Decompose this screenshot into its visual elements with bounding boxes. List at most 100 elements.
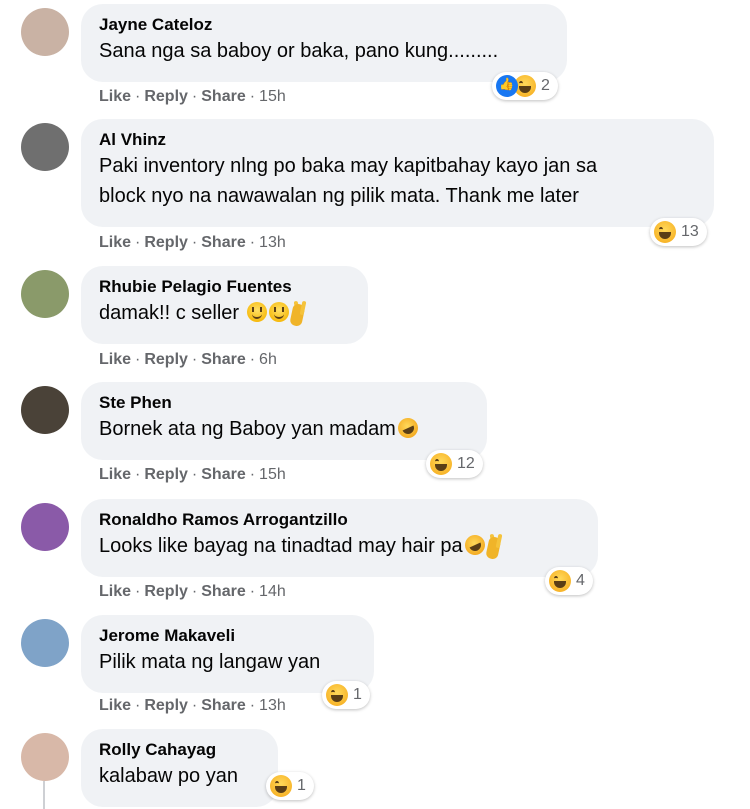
like-link[interactable]: Like	[99, 351, 131, 369]
separator: ·	[249, 234, 256, 251]
separator: ·	[191, 583, 198, 600]
reply-link[interactable]: Reply	[144, 466, 188, 484]
avatar[interactable]	[21, 123, 69, 171]
smile-icon	[246, 302, 267, 322]
comment-actions: Like · Reply · Share · 6h	[99, 351, 277, 369]
separator: ·	[191, 351, 198, 368]
separator: ·	[135, 88, 141, 105]
avatar[interactable]	[21, 386, 69, 434]
reaction-summary[interactable]: 1	[266, 772, 314, 800]
timestamp[interactable]: 14h	[259, 583, 286, 601]
victory-hand-icon	[488, 534, 506, 556]
comment-text-content: Looks like bayag na tinadtad may hair pa	[99, 535, 463, 557]
comment-bubble: Al Vhinz Paki inventory nlng po baka may…	[81, 119, 714, 227]
haha-icon	[326, 684, 348, 706]
comment-bubble: Jayne Cateloz Sana nga sa baboy or baka,…	[81, 4, 567, 82]
share-link[interactable]: Share	[201, 583, 245, 601]
like-link[interactable]: Like	[99, 88, 131, 106]
reaction-count: 1	[297, 777, 306, 794]
commenter-name[interactable]: Al Vhinz	[99, 129, 696, 151]
comment-actions: Like · Reply · Share · 15h	[99, 466, 286, 484]
avatar[interactable]	[21, 270, 69, 318]
comment-text: Paki inventory nlng po baka may kapitbah…	[99, 155, 598, 207]
timestamp[interactable]: 15h	[259, 88, 286, 106]
separator: ·	[249, 697, 256, 714]
commenter-name[interactable]: Rhubie Pelagio Fuentes	[99, 276, 350, 298]
reply-link[interactable]: Reply	[144, 697, 188, 715]
avatar[interactable]	[21, 733, 69, 781]
comment-actions: Like · Reply · Share · 13h	[99, 697, 286, 715]
timestamp[interactable]: 15h	[259, 466, 286, 484]
share-link[interactable]: Share	[201, 697, 245, 715]
reaction-summary[interactable]: 13	[650, 218, 707, 246]
rofl-icon	[461, 531, 488, 559]
reaction-count: 1	[353, 686, 362, 703]
reaction-count: 4	[576, 572, 585, 589]
like-link[interactable]: Like	[99, 583, 131, 601]
reaction-count: 2	[541, 77, 550, 94]
separator: ·	[191, 466, 198, 483]
reply-link[interactable]: Reply	[144, 351, 188, 369]
avatar[interactable]	[21, 619, 69, 667]
timestamp[interactable]: 6h	[259, 351, 277, 369]
share-link[interactable]: Share	[201, 466, 245, 484]
avatar[interactable]	[21, 8, 69, 56]
like-link[interactable]: Like	[99, 466, 131, 484]
comment-text: Sana nga sa baboy or baka, pano kung....…	[99, 40, 499, 62]
share-link[interactable]: Share	[201, 351, 245, 369]
comment-text: kalabaw po yan	[99, 765, 238, 787]
commenter-name[interactable]: Ronaldho Ramos Arrogantzillo	[99, 509, 580, 531]
comment-bubble: Ste Phen Bornek ata ng Baboy yan madam	[81, 382, 487, 460]
comment-text-content: Bornek ata ng Baboy yan madam	[99, 418, 396, 440]
share-link[interactable]: Share	[201, 88, 245, 106]
separator: ·	[135, 234, 141, 251]
rofl-icon	[394, 414, 422, 442]
separator: ·	[135, 697, 141, 714]
smile-icon	[268, 302, 289, 322]
comment-bubble: Rolly Cahayag kalabaw po yan	[81, 729, 278, 807]
reply-link[interactable]: Reply	[144, 234, 188, 252]
commenter-name[interactable]: Jayne Cateloz	[99, 14, 549, 36]
separator: ·	[249, 583, 256, 600]
reaction-summary[interactable]: 2	[492, 72, 558, 100]
reaction-summary[interactable]: 4	[545, 567, 593, 595]
separator: ·	[191, 88, 198, 105]
like-link[interactable]: Like	[99, 234, 131, 252]
haha-icon	[654, 221, 676, 243]
separator: ·	[191, 697, 198, 714]
separator: ·	[191, 234, 198, 251]
reply-link[interactable]: Reply	[144, 583, 188, 601]
like-icon	[496, 75, 518, 97]
victory-hand-icon	[292, 301, 310, 323]
separator: ·	[135, 583, 141, 600]
haha-icon	[270, 775, 292, 797]
haha-icon	[430, 453, 452, 475]
comment-text: Pilik mata ng langaw yan	[99, 651, 321, 673]
comment-text: damak!! c seller	[99, 298, 350, 328]
share-link[interactable]: Share	[201, 234, 245, 252]
separator: ·	[249, 88, 256, 105]
comment-actions: Like · Reply · Share · 14h	[99, 583, 286, 601]
separator: ·	[249, 466, 256, 483]
comment-text: Bornek ata ng Baboy yan madam	[99, 414, 469, 444]
separator: ·	[135, 351, 141, 368]
commenter-name[interactable]: Ste Phen	[99, 392, 469, 414]
separator: ·	[135, 466, 141, 483]
reaction-count: 12	[457, 455, 475, 472]
like-link[interactable]: Like	[99, 697, 131, 715]
haha-icon	[549, 570, 571, 592]
reaction-summary[interactable]: 1	[322, 681, 370, 709]
comment-bubble: Ronaldho Ramos Arrogantzillo Looks like …	[81, 499, 598, 577]
reaction-count: 13	[681, 223, 699, 240]
timestamp[interactable]: 13h	[259, 697, 286, 715]
separator: ·	[249, 351, 256, 368]
commenter-name[interactable]: Rolly Cahayag	[99, 739, 260, 761]
comment-text-content: damak!! c seller	[99, 302, 240, 324]
reply-thread-line	[43, 781, 45, 809]
reaction-summary[interactable]: 12	[426, 450, 483, 478]
timestamp[interactable]: 13h	[259, 234, 286, 252]
comment-actions: Like · Reply · Share · 13h	[99, 234, 286, 252]
avatar[interactable]	[21, 503, 69, 551]
commenter-name[interactable]: Jerome Makaveli	[99, 625, 356, 647]
reply-link[interactable]: Reply	[144, 88, 188, 106]
